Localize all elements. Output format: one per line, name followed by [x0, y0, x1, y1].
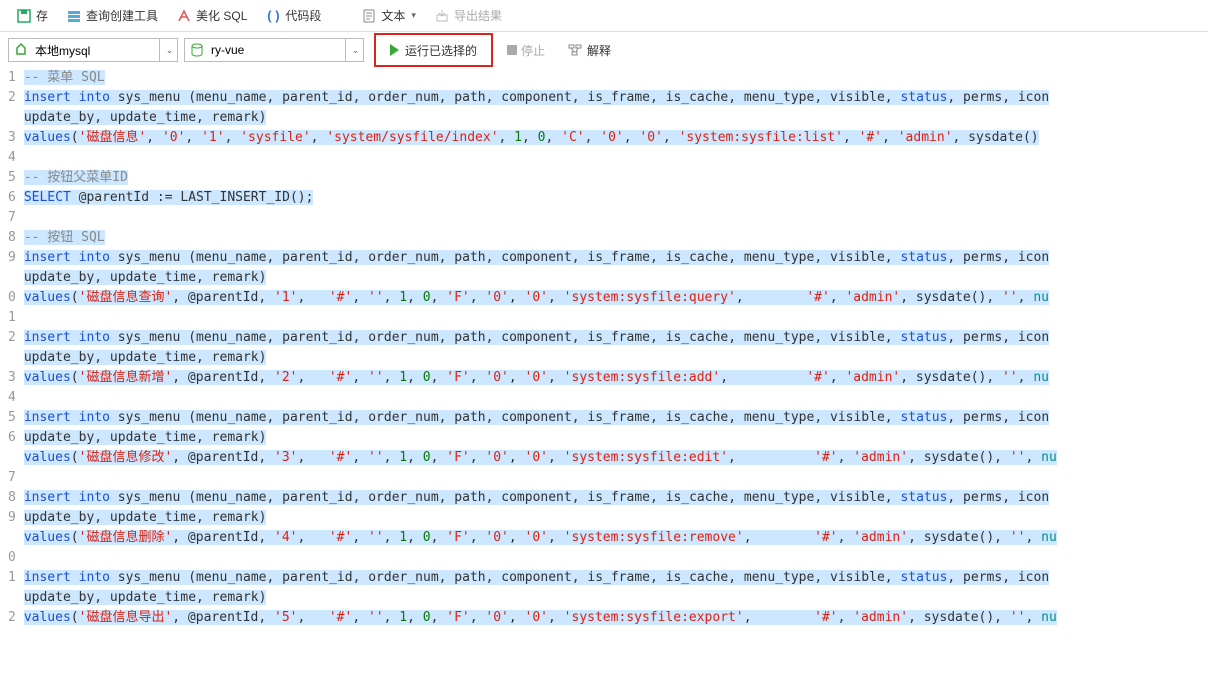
play-icon [390, 44, 399, 56]
database-icon [189, 42, 205, 58]
code-snippet-button[interactable]: ( ) 代码段 [257, 4, 329, 27]
connection-combo[interactable]: ⌄ [8, 38, 178, 62]
explain-icon [567, 42, 583, 58]
connection-input[interactable] [29, 41, 159, 59]
stop-label: 停止 [521, 42, 545, 59]
query-builder-icon [66, 8, 82, 24]
database-dropdown-arrow[interactable]: ⌄ [345, 39, 363, 61]
run-label: 运行已选择的 [405, 42, 477, 59]
text-label: 文本 [381, 7, 405, 24]
text-button[interactable]: 文本 ▾ [353, 4, 424, 27]
explain-button[interactable]: 解释 [559, 39, 619, 62]
dropdown-arrow-icon: ▾ [411, 10, 416, 21]
query-builder-label: 查询创建工具 [86, 7, 158, 24]
stop-icon [507, 45, 517, 55]
run-button[interactable]: 运行已选择的 [374, 33, 493, 67]
beautify-label: 美化 SQL [196, 7, 247, 24]
database-combo[interactable]: ⌄ [184, 38, 364, 62]
connection-icon [13, 42, 29, 58]
beautify-button[interactable]: 美化 SQL [168, 4, 255, 27]
code-snippet-icon: ( ) [265, 8, 281, 24]
code-pane[interactable]: -- 菜单 SQLinsert into sys_menu (menu_name… [24, 68, 1208, 628]
save-label: 存 [36, 7, 48, 24]
save-icon [16, 8, 32, 24]
save-button[interactable]: 存 [8, 4, 56, 27]
export-icon [434, 8, 450, 24]
explain-label: 解释 [587, 42, 611, 59]
code-snippet-label: 代码段 [285, 7, 321, 24]
sql-editor[interactable]: 1234567890123456789012 -- 菜单 SQLinsert i… [0, 68, 1208, 628]
database-input[interactable] [205, 41, 345, 59]
beautify-icon [176, 8, 192, 24]
export-label: 导出结果 [454, 7, 502, 24]
params-row: ⌄ ⌄ 运行已选择的 停止 解释 [0, 32, 1208, 68]
connection-dropdown-arrow[interactable]: ⌄ [159, 39, 177, 61]
line-gutter: 1234567890123456789012 [0, 68, 24, 628]
query-builder-button[interactable]: 查询创建工具 [58, 4, 166, 27]
text-icon [361, 8, 377, 24]
main-toolbar: 存 查询创建工具 美化 SQL ( ) 代码段 文本 ▾ 导出结果 [0, 0, 1208, 32]
stop-button[interactable]: 停止 [499, 39, 553, 62]
export-button[interactable]: 导出结果 [426, 4, 510, 27]
